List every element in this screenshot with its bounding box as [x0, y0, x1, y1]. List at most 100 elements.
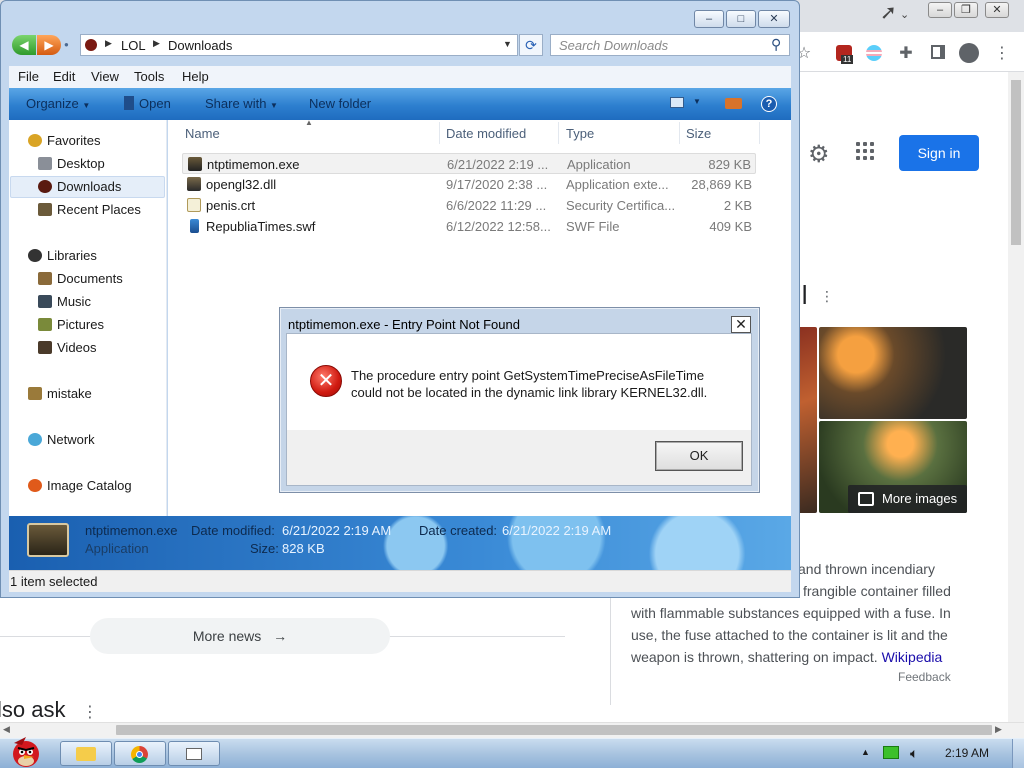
- file-date: 6/6/2022 11:29 ...: [446, 198, 547, 213]
- forward-button[interactable]: ▶: [37, 35, 61, 55]
- nav-recent-places[interactable]: Recent Places: [38, 202, 141, 217]
- more-news-label: More news: [192, 628, 262, 644]
- preview-pane-icon[interactable]: [725, 98, 742, 109]
- image-catalog-icon: [28, 479, 42, 492]
- menu-help[interactable]: Help: [182, 69, 209, 84]
- libraries-icon: [28, 249, 42, 262]
- organize-button[interactable]: Organize ▼: [26, 96, 90, 111]
- file-row[interactable]: ntptimemon.exe 6/21/2022 2:19 ... Applic…: [182, 153, 756, 174]
- view-options-icon[interactable]: [670, 97, 684, 108]
- explorer-maximize-button[interactable]: □: [726, 10, 756, 28]
- dialog-message-line: could not be located in the dynamic link…: [351, 385, 708, 400]
- people-also-ask-more-icon[interactable]: ⋮: [82, 702, 98, 722]
- search-input[interactable]: Search Downloads ⚲: [550, 34, 790, 56]
- network-status-icon[interactable]: [883, 746, 899, 759]
- nav-label: Music: [57, 294, 91, 309]
- homegroup-icon: [28, 387, 42, 400]
- show-hidden-icons-icon[interactable]: ▲: [861, 747, 870, 757]
- chrome-icon: [131, 746, 148, 763]
- taskbar-chrome-button[interactable]: [114, 741, 166, 766]
- tray-clock[interactable]: 2:19 AM: [945, 746, 989, 760]
- details-date-created-label: Date created:: [419, 523, 498, 538]
- taskbar-window-button[interactable]: [168, 741, 220, 766]
- volume-icon[interactable]: 🔈︎: [910, 745, 918, 762]
- explorer-close-button[interactable]: ✕: [758, 10, 790, 28]
- nav-network[interactable]: Network: [28, 432, 95, 447]
- knowledge-panel-more-icon[interactable]: ⋮: [820, 288, 834, 305]
- share-with-button[interactable]: Share with ▼: [205, 96, 278, 111]
- browser-restore-button[interactable]: ❐: [954, 2, 978, 18]
- dialog-message-line: The procedure entry point GetSystemTimeP…: [351, 368, 705, 383]
- open-button[interactable]: Open: [124, 96, 171, 111]
- column-size[interactable]: Size: [686, 126, 711, 141]
- column-separator: [679, 122, 680, 144]
- extensions-puzzle-icon[interactable]: ✚: [896, 44, 916, 64]
- nav-desktop[interactable]: Desktop: [38, 156, 105, 171]
- nav-libraries[interactable]: Libraries: [28, 248, 97, 263]
- nav-mistake[interactable]: mistake: [28, 386, 92, 401]
- search-icon[interactable]: ⚲: [771, 36, 781, 53]
- file-row[interactable]: opengl32.dll 9/17/2020 2:38 ... Applicat…: [182, 174, 756, 195]
- chevron-down-icon[interactable]: ▼: [693, 97, 701, 106]
- address-bar[interactable]: ▶ LOL ▶ Downloads ▼: [80, 34, 518, 56]
- tab-search-chevron-icon[interactable]: ⌄: [900, 8, 909, 21]
- wikipedia-link[interactable]: Wikipedia: [882, 649, 943, 665]
- file-name: RepubliaTimes.swf: [206, 219, 316, 234]
- browser-close-button[interactable]: ✕: [985, 2, 1009, 18]
- ok-button[interactable]: OK: [655, 441, 743, 471]
- menu-file[interactable]: File: [18, 69, 39, 84]
- file-row[interactable]: penis.crt 6/6/2022 11:29 ... Security Ce…: [182, 195, 756, 216]
- nav-documents[interactable]: Documents: [38, 271, 123, 286]
- new-folder-button[interactable]: New folder: [309, 96, 371, 111]
- help-icon[interactable]: ?: [761, 96, 777, 112]
- dialog-close-button[interactable]: ✕: [731, 316, 751, 333]
- scroll-right-arrow-icon[interactable]: ▶: [995, 724, 1002, 735]
- nav-videos[interactable]: Videos: [38, 340, 97, 355]
- menu-tools[interactable]: Tools: [134, 69, 164, 84]
- settings-gear-icon[interactable]: ⚙: [808, 140, 830, 169]
- nav-image-catalog[interactable]: Image Catalog: [28, 478, 132, 493]
- nav-label: Libraries: [47, 248, 97, 263]
- refresh-icon[interactable]: ⟳: [519, 34, 543, 56]
- profile-avatar-icon[interactable]: [959, 43, 979, 63]
- more-news-button[interactable]: More news →: [90, 618, 390, 654]
- column-type[interactable]: Type: [566, 126, 594, 141]
- status-text: 1 item selected: [10, 574, 98, 589]
- network-icon: [28, 433, 42, 446]
- breadcrumb-lol[interactable]: LOL: [121, 38, 146, 53]
- dialog-title: ntptimemon.exe - Entry Point Not Found: [288, 317, 520, 332]
- extension-badge-count: 11: [841, 55, 854, 64]
- people-also-ask-title: lso ask: [0, 697, 66, 722]
- start-button[interactable]: [4, 733, 46, 768]
- recent-pages-chevron-icon[interactable]: ●: [64, 40, 69, 49]
- explorer-minimize-button[interactable]: –: [694, 10, 724, 28]
- address-dropdown-icon[interactable]: ▼: [503, 39, 512, 49]
- menu-view[interactable]: View: [91, 69, 119, 84]
- browser-menu-icon[interactable]: ⋮: [992, 44, 1012, 64]
- nav-downloads[interactable]: Downloads: [38, 179, 121, 194]
- show-desktop-button[interactable]: [1012, 739, 1024, 768]
- file-row[interactable]: RepubliaTimes.swf 6/12/2022 12:58... SWF…: [182, 216, 756, 237]
- result-image[interactable]: [819, 327, 967, 419]
- back-button[interactable]: ◀: [12, 35, 36, 55]
- vertical-scroll-thumb[interactable]: [1011, 80, 1021, 245]
- nav-favorites[interactable]: Favorites: [28, 133, 100, 148]
- file-type: SWF File: [566, 219, 620, 234]
- menu-edit[interactable]: Edit: [53, 69, 75, 84]
- column-name[interactable]: Name: [185, 126, 220, 141]
- browser-minimize-button[interactable]: –: [928, 2, 952, 18]
- file-date: 6/21/2022 2:19 ...: [447, 157, 549, 172]
- sign-in-button[interactable]: Sign in: [899, 135, 979, 171]
- nav-pictures[interactable]: Pictures: [38, 317, 104, 332]
- google-apps-grid-icon[interactable]: [856, 142, 876, 162]
- more-images-button[interactable]: More images: [848, 485, 967, 513]
- column-date-modified[interactable]: Date modified: [446, 126, 526, 141]
- pride-extension-icon[interactable]: [866, 45, 882, 61]
- feedback-link[interactable]: Feedback: [898, 670, 951, 684]
- breadcrumb-downloads[interactable]: Downloads: [168, 38, 232, 53]
- side-panel-icon[interactable]: [931, 45, 945, 59]
- nav-music[interactable]: Music: [38, 294, 91, 309]
- folder-icon: [85, 39, 97, 51]
- horizontal-scroll-thumb[interactable]: [116, 725, 992, 735]
- taskbar-explorer-button[interactable]: [60, 741, 112, 766]
